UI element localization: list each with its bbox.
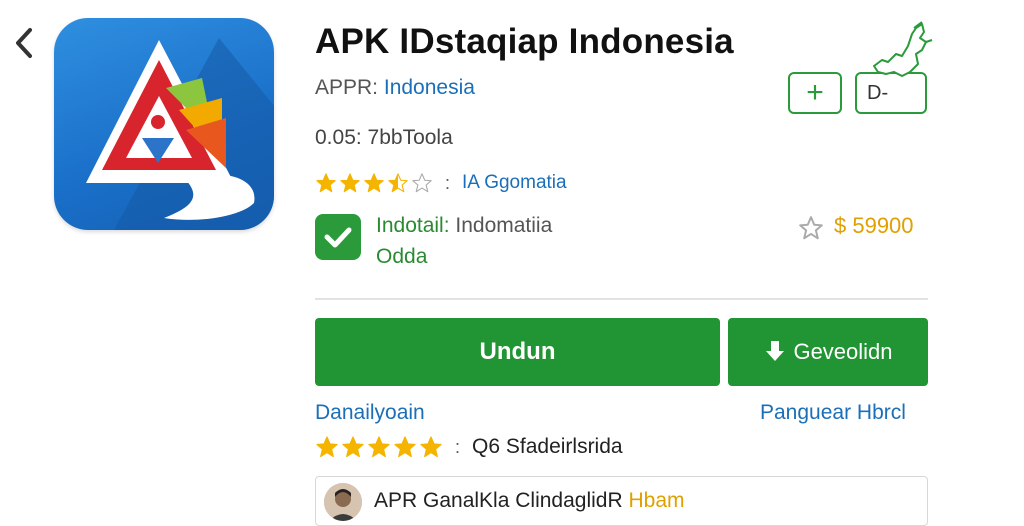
- install-button-label: Undun: [479, 338, 556, 365]
- download-button-label: Geveolidn: [793, 339, 893, 364]
- report-link[interactable]: Panguear Hbrcl: [760, 401, 906, 425]
- star-outline-icon: [799, 216, 823, 240]
- app-title: APK IDstaqiap Indonesia: [315, 22, 734, 61]
- back-button[interactable]: [12, 26, 36, 60]
- download-icon: [766, 341, 785, 361]
- install-value: Indomatiia: [455, 214, 553, 237]
- rating-row: : IA Ggomatia: [315, 170, 567, 196]
- reviews-separator: :: [455, 436, 461, 457]
- review-author: APR GanalKla ClindaglidR: [374, 489, 623, 512]
- reviews-rating-row: : Q6 Sfadeirlsrida: [315, 433, 623, 461]
- download-button[interactable]: Geveolidn: [728, 318, 928, 386]
- details-link[interactable]: Danailyoain: [315, 401, 425, 425]
- rating-star: [340, 173, 360, 193]
- check-icon: [324, 227, 352, 248]
- rating-star: [412, 173, 432, 193]
- map-overlay: [866, 20, 936, 92]
- publisher: APPR: Indonesia: [315, 76, 475, 100]
- reviews-star: [394, 436, 416, 458]
- plus-icon: +: [806, 76, 824, 109]
- app-icon: [54, 18, 274, 230]
- rating-link[interactable]: IA Ggomatia: [462, 172, 567, 194]
- map-icon: [873, 21, 933, 77]
- rating-separator: :: [445, 172, 451, 193]
- price: $ 59900: [834, 213, 914, 238]
- wishlist-button[interactable]: [798, 215, 824, 241]
- install-sub: Odda: [376, 245, 428, 268]
- reviews-star: [420, 436, 442, 458]
- rating-stars: [315, 172, 435, 194]
- avatar: [324, 483, 362, 521]
- install-button[interactable]: Undun: [315, 318, 720, 386]
- verified-badge: [315, 214, 361, 260]
- version-info: 0.05: 7bbToola: [315, 126, 453, 149]
- reviews-star: [368, 436, 390, 458]
- install-info: Indotail: Indomatiia: [376, 214, 552, 238]
- reviews-star: [316, 436, 338, 458]
- add-button[interactable]: +: [788, 72, 842, 114]
- reviews-stars: [315, 435, 445, 459]
- reviews-star: [342, 436, 364, 458]
- reviews-count: Q6 Sfadeirlsrida: [472, 435, 623, 458]
- review-tag: Hbam: [622, 489, 685, 512]
- publisher-prefix: APPR:: [315, 76, 384, 99]
- divider: [315, 298, 928, 300]
- rating-star: [316, 173, 336, 193]
- app-logo-icon: [86, 38, 274, 230]
- install-label: Indotail:: [376, 214, 456, 237]
- rating-star: [388, 173, 408, 193]
- review-text: APR GanalKla ClindaglidR Hbam: [374, 489, 685, 513]
- review-card[interactable]: APR GanalKla ClindaglidR Hbam: [315, 476, 928, 526]
- back-chevron-icon: [16, 28, 32, 58]
- publisher-link[interactable]: Indonesia: [384, 76, 475, 99]
- rating-star: [364, 173, 384, 193]
- avatar-icon: [324, 483, 362, 521]
